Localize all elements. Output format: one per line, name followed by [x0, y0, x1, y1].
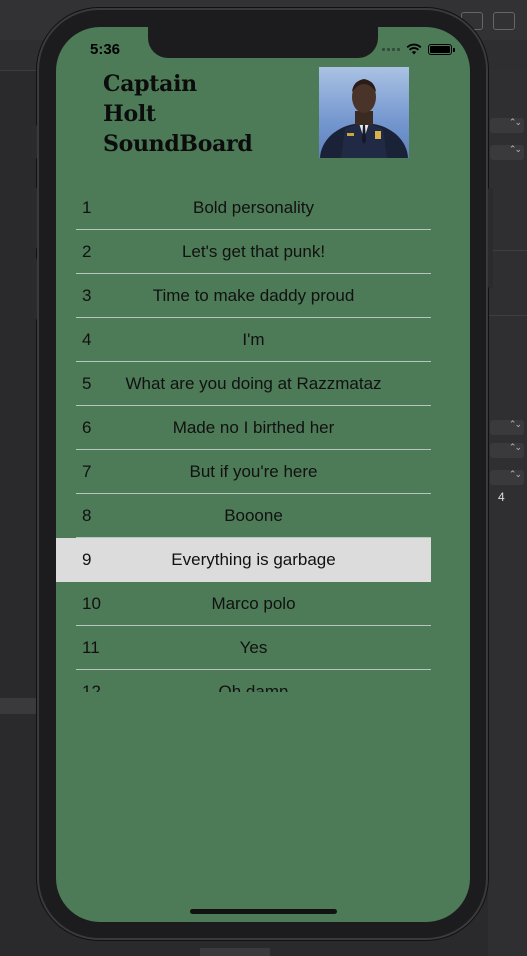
sound-title: Everything is garbage	[171, 550, 336, 569]
battery-icon	[428, 43, 455, 55]
captain-holt-photo	[319, 67, 409, 158]
inspector-stepper-value[interactable]: 4	[498, 490, 505, 504]
inspector-popup[interactable]	[490, 443, 524, 458]
attributes-inspector: 4	[488, 70, 527, 956]
cellular-signal-icon	[382, 47, 400, 51]
sound-title: I'm	[242, 330, 265, 349]
sound-title: But if you're here	[189, 462, 318, 481]
sound-title: Marco polo	[211, 594, 296, 613]
status-time: 5:36	[90, 41, 121, 58]
notch	[148, 27, 378, 58]
inspector-popup[interactable]	[490, 118, 524, 133]
volume-up-button	[32, 187, 37, 249]
wifi-icon	[406, 43, 422, 55]
title-line: Holt	[103, 101, 156, 127]
sound-title: Time to make daddy proud	[152, 286, 355, 305]
title-line: SoundBoard	[103, 131, 253, 157]
sound-row[interactable]: 10 Marco polo	[56, 582, 431, 626]
status-indicators	[382, 43, 455, 55]
app-title: Captain Holt SoundBoard	[103, 69, 283, 159]
inspector-divider	[488, 315, 527, 316]
title-line: Captain	[103, 71, 197, 97]
sound-row-selected[interactable]: 9 Everything is garbage	[56, 538, 431, 582]
inspector-toggle-icon[interactable]	[493, 12, 515, 30]
home-indicator[interactable]	[190, 909, 337, 914]
sound-row[interactable]: 3 Time to make daddy proud	[56, 274, 431, 318]
inspector-popup[interactable]	[490, 470, 524, 485]
power-button	[488, 188, 493, 288]
inspector-popup[interactable]	[490, 145, 524, 160]
sound-title: What are you doing at Razzmataz	[125, 374, 382, 393]
device-screen: 5:36 Captain Holt SoundBoard 1 Bold pers…	[56, 27, 470, 922]
mute-switch	[32, 125, 37, 159]
sound-title: Yes	[239, 638, 268, 657]
sound-title: Booone	[224, 506, 283, 525]
sound-row[interactable]: 8 Booone	[56, 494, 431, 538]
sound-row[interactable]: 2 Let's get that punk!	[56, 230, 431, 274]
sound-title: Bold personality	[193, 198, 314, 217]
inspector-divider	[488, 250, 527, 251]
sound-title: Let's get that punk!	[181, 242, 326, 261]
editor-gutter-strip	[0, 698, 40, 714]
sound-row[interactable]: 5 What are you doing at Razzmataz	[56, 362, 431, 406]
inspector-popup[interactable]	[490, 420, 524, 435]
sound-row[interactable]: 7 But if you're here	[56, 450, 431, 494]
volume-down-button	[32, 258, 37, 320]
sound-row[interactable]: 4 I'm	[56, 318, 431, 362]
sound-title: Made no I birthed her	[172, 418, 335, 437]
sound-row[interactable]: 1 Bold personality	[56, 186, 431, 230]
portrait-image	[320, 79, 408, 158]
sound-title: Oh damn	[218, 682, 289, 692]
sound-row[interactable]: 12 Oh damn	[56, 670, 431, 692]
debug-bar	[200, 948, 270, 956]
sound-row[interactable]: 6 Made no I birthed her	[56, 406, 431, 450]
sound-list[interactable]: 1 Bold personality 2 Let's get that punk…	[56, 186, 431, 692]
sound-row[interactable]: 11 Yes	[56, 626, 431, 670]
